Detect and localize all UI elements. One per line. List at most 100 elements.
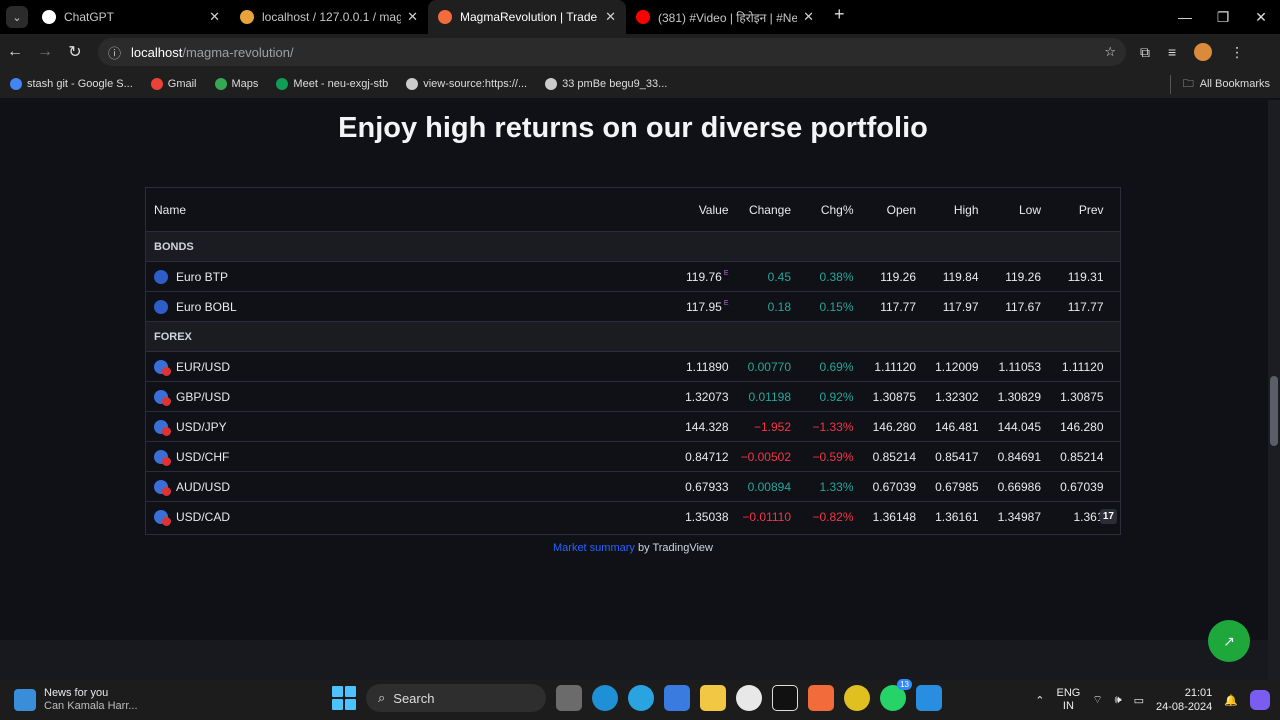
cell-prev-value: 119.31: [1067, 269, 1104, 284]
minimize-icon[interactable]: —: [1166, 0, 1204, 34]
tab-close-icon[interactable]: ✕: [209, 9, 220, 25]
xampp-icon[interactable]: [808, 685, 834, 711]
media-controls-icon[interactable]: ≡: [1168, 44, 1176, 60]
bookmark-item[interactable]: stash git - Google S...: [10, 78, 133, 90]
edge-icon[interactable]: [592, 685, 618, 711]
chevron-up-icon[interactable]: ⌃: [1035, 694, 1044, 707]
page-scrollbar[interactable]: [1268, 100, 1280, 680]
site-info-icon[interactable]: ⓘ: [108, 43, 121, 62]
column-header[interactable]: Change: [729, 203, 791, 217]
all-bookmarks-button[interactable]: 🗀 All Bookmarks: [1169, 74, 1270, 94]
cell-value: 1.11890: [666, 360, 729, 374]
browser-tab[interactable]: localhost / 127.0.0.1 / magmare ✕: [230, 0, 428, 34]
table-row[interactable]: GBP/USD 1.32073 0.01198 0.92% 1.30875 1.32302…: [146, 382, 1120, 412]
column-header[interactable]: Value: [666, 203, 729, 217]
bookmark-item[interactable]: Maps: [214, 78, 258, 90]
imdb-icon[interactable]: [772, 685, 798, 711]
chrome-icon[interactable]: [844, 685, 870, 711]
whatsapp-icon[interactable]: 13: [880, 679, 912, 711]
lang-top: ENG: [1056, 687, 1081, 699]
cell-change-value: 0.18: [767, 299, 791, 314]
symbol-cell[interactable]: AUD/USD: [146, 479, 666, 496]
browser-tab[interactable]: ChatGPT ✕: [32, 0, 230, 34]
column-header[interactable]: High: [916, 203, 979, 217]
language-indicator[interactable]: ENG IN: [1056, 687, 1080, 713]
bookmark-item[interactable]: Gmail: [150, 78, 197, 90]
copilot-icon[interactable]: [1250, 690, 1270, 710]
bookmark-item[interactable]: Meet - neu-exgj-stb: [276, 78, 388, 90]
table-row[interactable]: Euro BTP 119.76 E 0.45 0.38% 119.26 119.84 119.…: [146, 262, 1120, 292]
table-row[interactable]: USD/CAD 1.35038 −0.01110 −0.82% 1.36148 1.361…: [146, 502, 1120, 532]
app-icon[interactable]: [736, 685, 762, 711]
bookmark-star-icon[interactable]: ☆: [1104, 44, 1116, 60]
bookmark-item[interactable]: 33 pmBe begu9_33...: [545, 78, 667, 90]
tab-close-icon[interactable]: ✕: [605, 9, 616, 25]
notification-bell-icon[interactable]: 🔔: [1224, 694, 1238, 707]
bookmark-favicon-icon: [406, 78, 419, 90]
file-explorer-icon[interactable]: [700, 685, 726, 711]
symbol-cell[interactable]: GBP/USD: [146, 389, 666, 406]
reload-button[interactable]: ↻: [60, 42, 90, 62]
symbol-name: Euro BOBL: [176, 299, 237, 314]
table-row[interactable]: Euro BOBL 117.95 E 0.18 0.15% 117.77 117.97 117…: [146, 292, 1120, 322]
taskbar-search[interactable]: ⌕ Search: [366, 684, 546, 712]
table-row[interactable]: USD/JPY 144.328 −1.952 −1.33% 146.280 146.481…: [146, 412, 1120, 442]
cell-change-value: −0.00502: [740, 449, 791, 464]
table-row[interactable]: USD/CHF 0.84712 −0.00502 −0.59% 0.85214 0.854…: [146, 442, 1120, 472]
symbol-cell[interactable]: USD/CAD: [146, 510, 666, 526]
bookmark-item[interactable]: view-source:https://...: [406, 78, 527, 90]
column-header[interactable]: Low: [979, 203, 1041, 217]
symbol-cell[interactable]: Euro BTP: [146, 269, 666, 284]
new-tab-button[interactable]: +: [834, 4, 845, 25]
cell-prev: 117.77: [1041, 300, 1104, 314]
cell-value-value: 0.67933: [685, 479, 729, 494]
store-icon[interactable]: [664, 685, 690, 711]
symbol-cell[interactable]: EUR/USD: [146, 359, 666, 376]
cell-change-value: 0.45: [767, 269, 791, 284]
clock[interactable]: 21:01 24-08-2024: [1156, 686, 1212, 714]
column-header[interactable]: Open: [854, 203, 916, 217]
browser-tab[interactable]: (381) #Video | हिरोइन | #Ne ✕: [626, 0, 824, 34]
wifi-icon[interactable]: ⌔: [1092, 693, 1102, 707]
forward-button[interactable]: →: [30, 43, 60, 61]
back-button[interactable]: ←: [0, 43, 30, 61]
vscode-icon[interactable]: [916, 685, 942, 711]
table-row[interactable]: AUD/USD 0.67933 0.00894 1.33% 0.67039 0.67985…: [146, 472, 1120, 502]
windows-start-icon[interactable]: [332, 686, 356, 710]
tradingview-logo[interactable]: 17: [1099, 509, 1117, 524]
column-header[interactable]: Chg%: [791, 203, 854, 217]
volume-icon[interactable]: 🕪: [1115, 694, 1122, 707]
market-summary-link[interactable]: Market summary: [553, 542, 635, 554]
symbol-cell[interactable]: USD/CHF: [146, 449, 666, 466]
address-bar[interactable]: ⓘ localhost/magma-revolution/ ☆: [98, 38, 1126, 66]
cell-change: 0.01198: [729, 390, 792, 404]
menu-kebab-icon[interactable]: ⋮: [1230, 44, 1244, 61]
browser-tab[interactable]: MagmaRevolution | Trade and ✕: [428, 0, 626, 34]
extensions-icon[interactable]: ⧉: [1140, 44, 1150, 61]
currency-pair-flag-icon: [154, 510, 171, 526]
eu-flag-icon: [154, 299, 168, 314]
task-view-icon[interactable]: [556, 685, 582, 711]
scroll-to-top-button[interactable]: ↗: [1208, 620, 1250, 662]
scrollbar-thumb[interactable]: [1270, 376, 1278, 446]
tab-close-icon[interactable]: ✕: [407, 9, 418, 25]
news-widget[interactable]: News for you Can Kamala Harr...: [14, 687, 138, 713]
close-window-icon[interactable]: ✕: [1242, 0, 1280, 34]
footer-band: [0, 640, 1268, 680]
taskbar-apps: ⌕ Search 13: [332, 679, 942, 712]
profile-avatar[interactable]: [1194, 43, 1213, 61]
column-header[interactable]: Name: [146, 203, 666, 217]
tab-close-icon[interactable]: ✕: [803, 9, 814, 25]
restore-icon[interactable]: ❐: [1204, 0, 1242, 34]
cell-chg-pct-value: −0.59%: [812, 449, 854, 464]
cell-high-value: 119.84: [942, 269, 979, 284]
symbol-cell[interactable]: USD/JPY: [146, 419, 666, 436]
tab-search-button[interactable]: ⌄: [6, 6, 28, 28]
telegram-icon[interactable]: [628, 685, 654, 711]
symbol-cell[interactable]: Euro BOBL: [146, 299, 666, 314]
table-row[interactable]: EUR/USD 1.11890 0.00770 0.69% 1.11120 1.12009…: [146, 352, 1120, 382]
battery-icon[interactable]: ▭: [1134, 694, 1144, 707]
cell-low-value: 0.66986: [997, 479, 1041, 494]
url-path: /magma-revolution/: [182, 44, 294, 60]
column-header[interactable]: Prev: [1041, 203, 1104, 217]
